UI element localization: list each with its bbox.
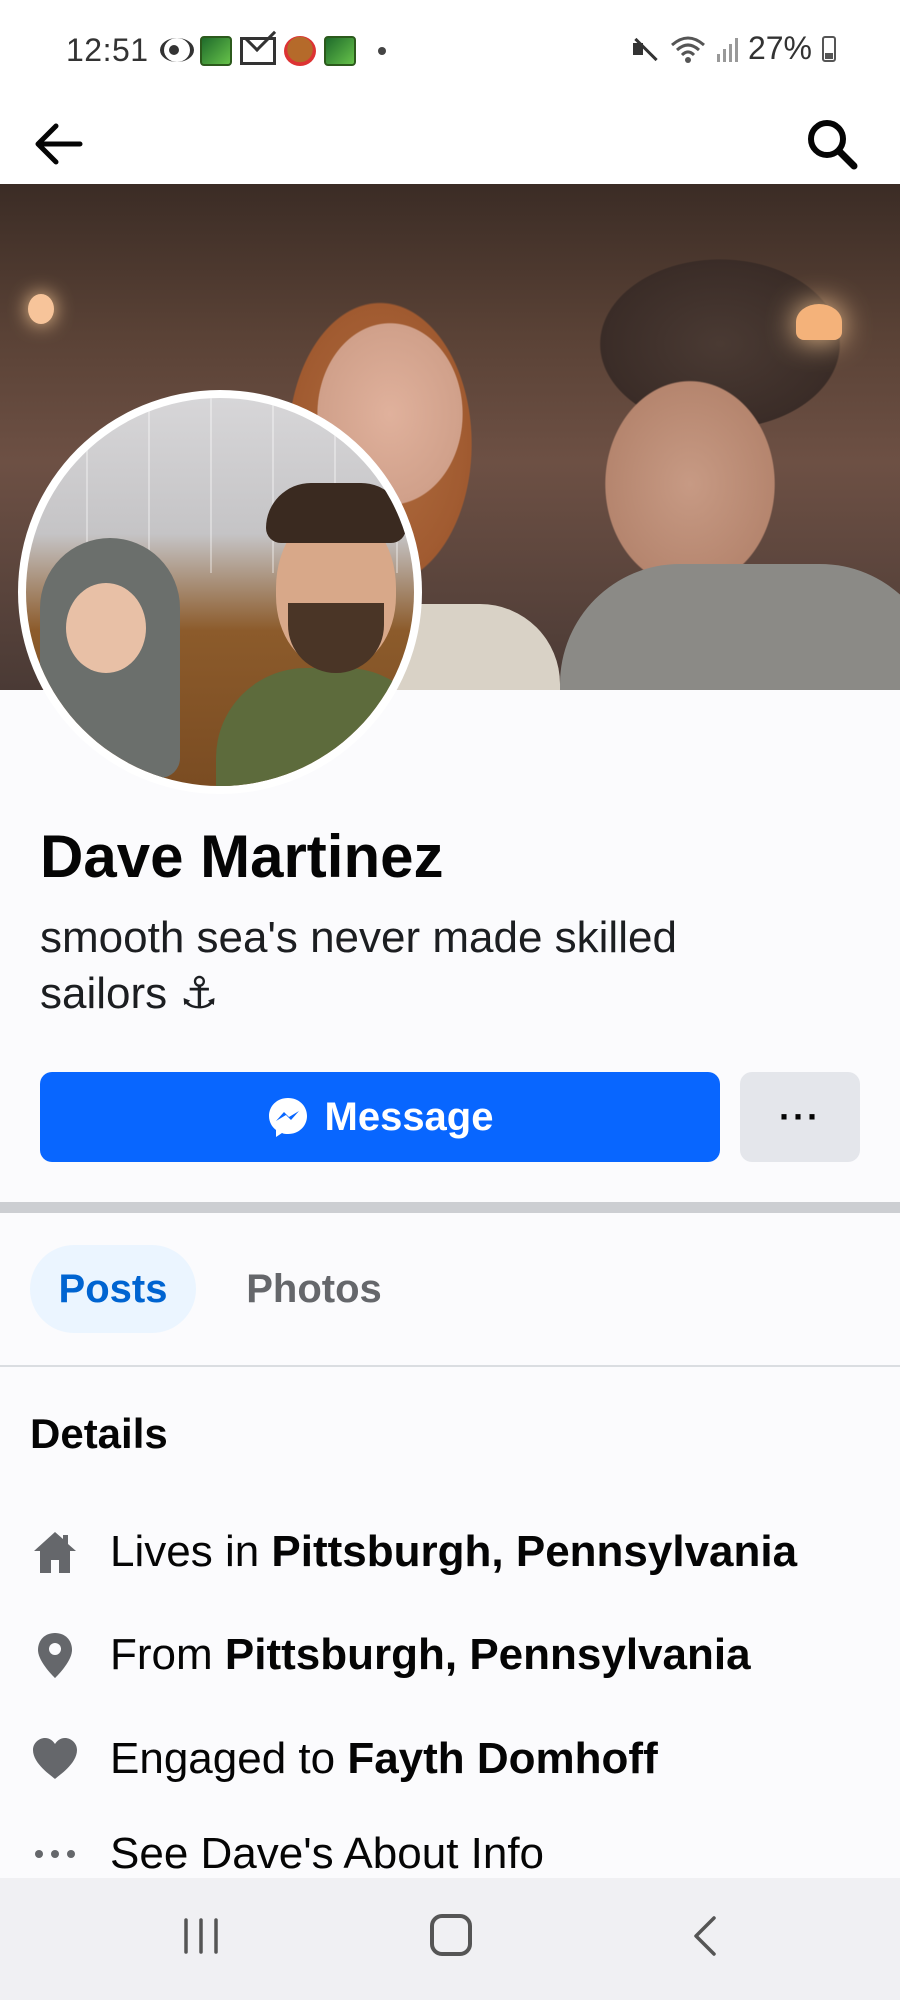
- more-dots-icon: [35, 1850, 75, 1858]
- avatar: [26, 398, 414, 786]
- home-button-icon[interactable]: [430, 1914, 472, 1956]
- system-navigation-bar: [0, 1878, 900, 2000]
- profile-tabs: Posts Photos: [0, 1213, 900, 1365]
- game-icon: [324, 36, 356, 66]
- profile-bio: smooth sea's never made skilled sailors …: [40, 913, 677, 1018]
- arrow-left-icon[interactable]: [30, 120, 86, 168]
- back-nav-icon[interactable]: [690, 1914, 720, 1958]
- detail-value[interactable]: Pittsburgh, Pennsylvania: [225, 1630, 751, 1679]
- status-bar: 12:51 27%: [0, 0, 900, 100]
- tabs-divider: [0, 1365, 900, 1367]
- status-time: 12:51: [66, 32, 149, 68]
- location-pin-icon: [38, 1633, 72, 1678]
- gmail-icon: [240, 37, 276, 65]
- notification-icons: [158, 34, 386, 68]
- message-button-label: Message: [324, 1094, 494, 1139]
- game-icon: [200, 36, 232, 66]
- detail-value[interactable]: Fayth Domhoff: [347, 1734, 657, 1783]
- detail-value[interactable]: Pittsburgh, Pennsylvania: [271, 1527, 797, 1576]
- see-about-info-label: See Dave's About Info: [110, 1829, 545, 1878]
- message-button[interactable]: Message: [40, 1072, 720, 1162]
- more-options-button[interactable]: ···: [740, 1072, 860, 1162]
- detail-prefix: From: [110, 1630, 225, 1679]
- signal-icon: [716, 36, 738, 62]
- app-bar: [0, 100, 900, 184]
- home-icon: [34, 1532, 76, 1573]
- cover-person-shirt: [560, 564, 900, 690]
- tab-photos[interactable]: Photos: [220, 1245, 408, 1333]
- tab-posts[interactable]: Posts: [30, 1245, 196, 1333]
- bear-game-icon: [284, 36, 316, 66]
- detail-relationship: Engaged to Fayth Domhoff: [30, 1729, 658, 1789]
- cover-lamp: [28, 294, 54, 324]
- battery-icon: [822, 35, 836, 62]
- cover-lamp: [796, 304, 842, 340]
- mute-icon: [631, 35, 659, 63]
- system-icons: 27%: [631, 30, 836, 67]
- cast-icon: [158, 36, 194, 66]
- section-divider: [0, 1202, 900, 1213]
- recent-apps-icon[interactable]: [180, 1916, 222, 1956]
- detail-prefix: Engaged to: [110, 1734, 348, 1783]
- detail-lives-in: Lives in Pittsburgh, Pennsylvania: [30, 1522, 797, 1582]
- details-heading: Details: [30, 1410, 168, 1457]
- detail-from: From Pittsburgh, Pennsylvania: [30, 1625, 751, 1685]
- heart-icon: [33, 1738, 77, 1779]
- profile-picture[interactable]: [18, 390, 422, 794]
- messenger-icon: [268, 1098, 307, 1137]
- profile-name: Dave Martinez: [40, 823, 444, 890]
- see-about-info-link[interactable]: See Dave's About Info: [30, 1824, 544, 1884]
- detail-prefix: Lives in: [110, 1527, 272, 1576]
- search-icon[interactable]: [804, 116, 860, 172]
- wifi-icon: [670, 36, 705, 63]
- battery-percent: 27%: [747, 30, 812, 66]
- dot-icon: [378, 47, 386, 55]
